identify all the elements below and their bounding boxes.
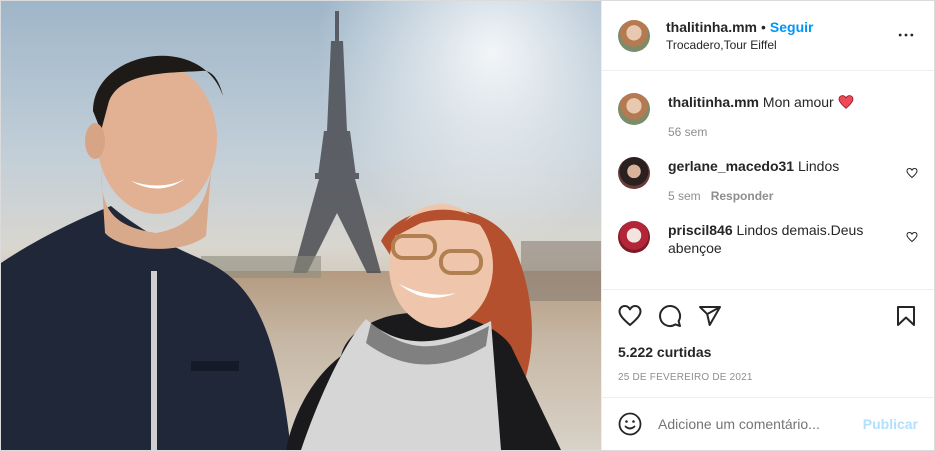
comments-list: thalitinha.mm Mon amour 56 sem gerlane_m… <box>602 71 934 289</box>
comment-icon[interactable] <box>658 304 682 328</box>
separator-dot: • <box>761 18 766 35</box>
more-horizontal-icon[interactable] <box>896 25 916 45</box>
add-comment-bar: Publicar <box>602 397 934 450</box>
comment-username[interactable]: thalitinha.mm <box>668 94 759 110</box>
woman <box>286 204 561 450</box>
comment-item: gerlane_macedo31 Lindos 5 sem Responder <box>618 157 918 203</box>
man <box>1 55 291 450</box>
publish-button[interactable]: Publicar <box>863 416 918 432</box>
avatar[interactable] <box>618 157 650 189</box>
reply-button[interactable]: Responder <box>711 189 774 203</box>
post-actions: 5.222 curtidas 25 DE FEVEREIRO DE 2021 <box>602 289 934 397</box>
instagram-post: thalitinha.mm • Seguir Trocadero,Tour Eiff… <box>0 0 935 451</box>
post-header: thalitinha.mm • Seguir Trocadero,Tour Eiff… <box>602 1 934 71</box>
comment-time[interactable]: 56 sem <box>668 125 707 139</box>
eiffel-tower <box>293 11 381 273</box>
avatar[interactable] <box>618 19 650 52</box>
comment-username[interactable]: priscil846 <box>668 222 733 238</box>
avatar[interactable] <box>618 93 650 125</box>
action-icons <box>618 290 918 342</box>
follow-button[interactable]: Seguir <box>770 19 814 35</box>
comment-text: Lindos <box>797 158 840 174</box>
avatar[interactable] <box>618 221 650 253</box>
photo-scene <box>1 11 601 450</box>
comment-text: Mon amour <box>762 94 834 110</box>
post-date[interactable]: 25 DE FEVEREIRO DE 2021 <box>618 372 918 383</box>
comment-input[interactable] <box>658 416 863 432</box>
red-heart-icon <box>838 95 854 109</box>
like-comment-icon[interactable] <box>906 231 918 243</box>
post-photo[interactable] <box>1 1 601 450</box>
likes-count[interactable]: 5.222 curtidas <box>618 344 918 360</box>
post-location[interactable]: Trocadero,Tour Eiffel <box>666 37 814 53</box>
save-bookmark-icon[interactable] <box>894 304 918 328</box>
post-side-panel: thalitinha.mm • Seguir Trocadero,Tour Eiff… <box>601 1 934 450</box>
emoji-icon[interactable] <box>618 412 642 436</box>
like-heart-icon[interactable] <box>618 304 642 328</box>
caption-comment: thalitinha.mm Mon amour 56 sem <box>618 93 918 139</box>
post-header-meta: thalitinha.mm • Seguir Trocadero,Tour Eiff… <box>666 18 814 53</box>
comment-username[interactable]: gerlane_macedo31 <box>668 158 794 174</box>
like-comment-icon[interactable] <box>906 167 918 179</box>
post-username[interactable]: thalitinha.mm <box>666 19 757 35</box>
share-icon[interactable] <box>698 304 722 328</box>
comment-time[interactable]: 5 sem <box>668 189 701 203</box>
comment-item: priscil846 Lindos demais.Deus abençoe <box>618 221 918 257</box>
